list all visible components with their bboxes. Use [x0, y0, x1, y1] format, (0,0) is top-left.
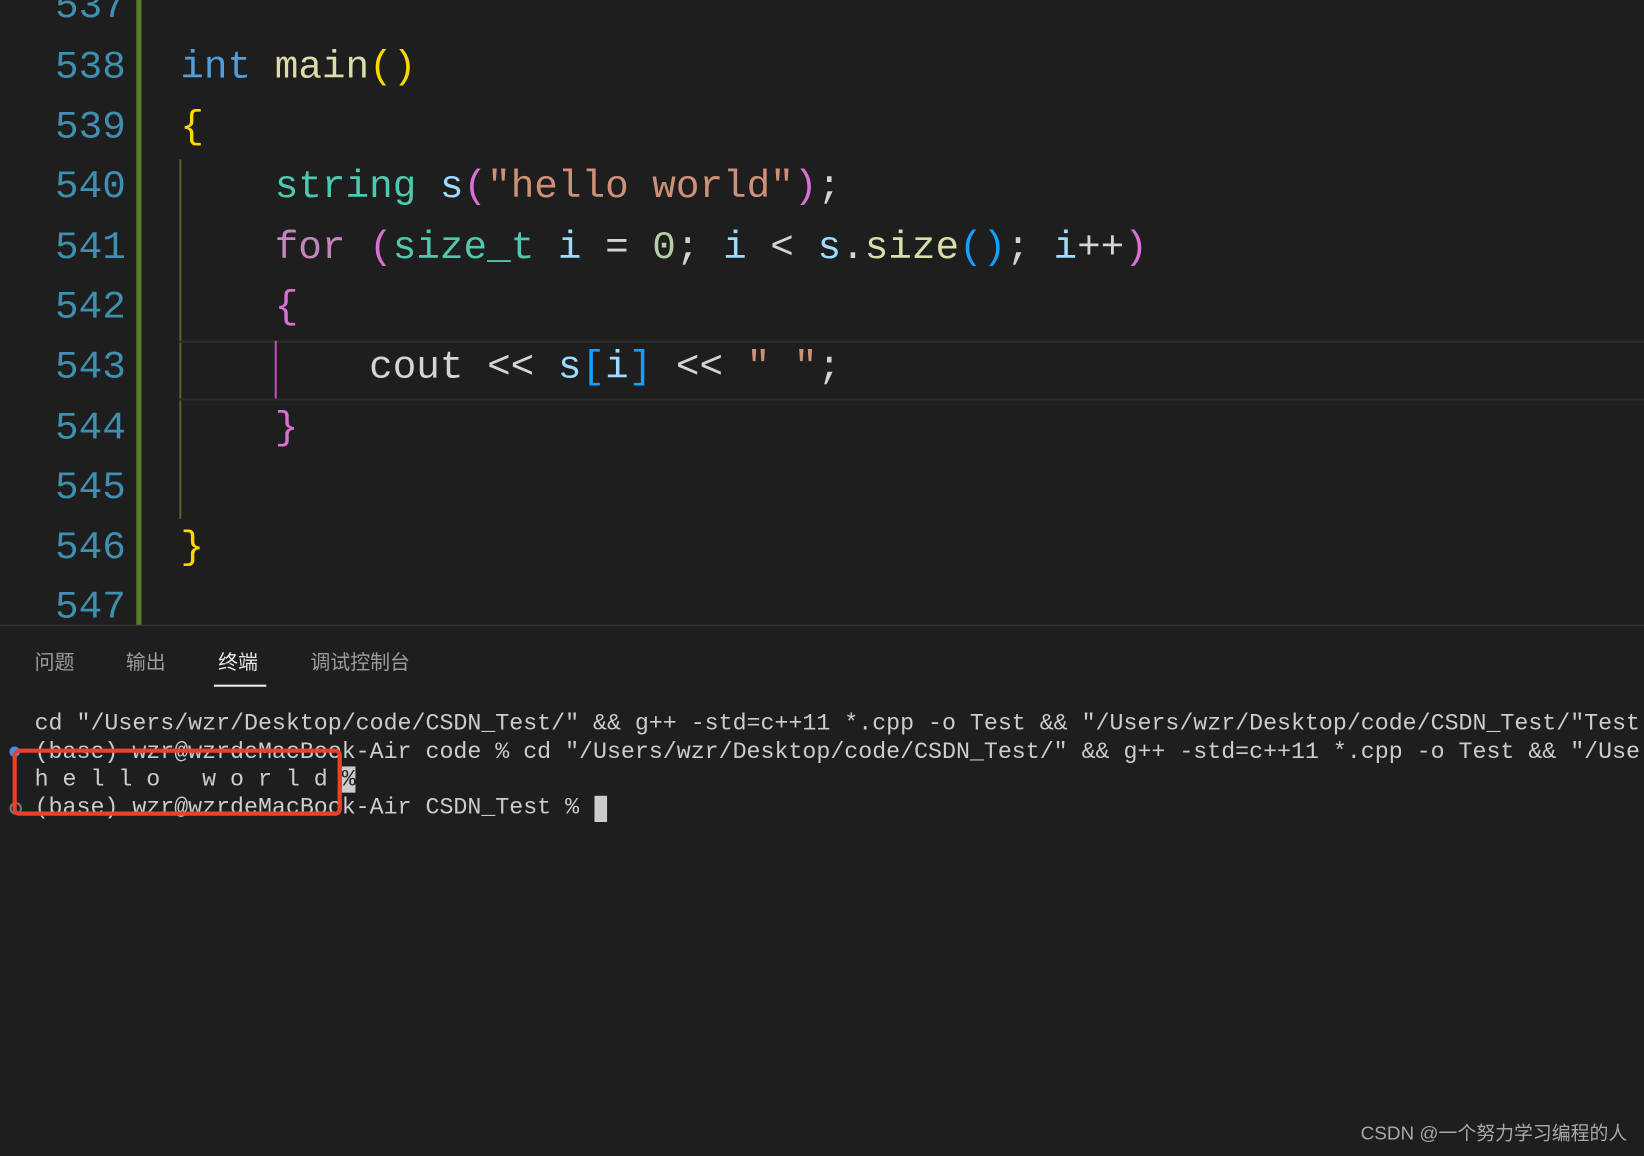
code-token: ; [817, 346, 842, 391]
code-token: << [463, 346, 558, 391]
code-line[interactable]: { [180, 279, 299, 339]
line-number: 544 [55, 406, 126, 451]
line-number: 540 [55, 165, 126, 211]
line-number: 547 [55, 586, 126, 625]
line-number: 537 [55, 0, 126, 30]
line-number: 541 [55, 226, 126, 271]
git-modified-bar [136, 0, 142, 625]
code-token: ( [369, 226, 393, 271]
code-token: = [581, 226, 653, 271]
watermark: CSDN @一个努力学习编程的人 [1360, 1122, 1628, 1144]
code-token: ) [793, 165, 818, 211]
code-token: main [274, 45, 370, 90]
code-token: [ [581, 346, 606, 391]
tab-output[interactable]: 输出 [126, 647, 166, 675]
line-number: 546 [55, 526, 126, 571]
code-line[interactable]: string s("hello world"); [180, 159, 841, 219]
code-token: < [746, 226, 818, 271]
code-token: for [274, 226, 346, 271]
tab-debug-console[interactable]: 调试控制台 [310, 647, 410, 675]
code-editor[interactable]: 537 538 int main() 539{540 string s("hello … [0, 0, 1644, 625]
code-token: . [841, 226, 865, 271]
code-token: ) [1124, 226, 1148, 271]
terminal-line: cd "/Users/wzr/Desktop/code/CSDN_Test/" … [34, 710, 1641, 738]
terminal-cursor [594, 795, 608, 823]
code-token: s [557, 346, 582, 391]
code-line[interactable]: int main() [180, 38, 416, 98]
code-token: " " [746, 346, 818, 391]
code-token: ( [463, 165, 488, 211]
code-token: ++ [1077, 226, 1125, 271]
code-token: string [274, 165, 417, 211]
code-line[interactable]: } [180, 399, 299, 459]
highlight-annotation-box [12, 748, 342, 816]
code-token: () [959, 226, 1007, 271]
code-token: ; [817, 165, 842, 211]
tab-terminal[interactable]: 终端 [218, 647, 258, 675]
code-token: cout [369, 346, 464, 391]
tab-problems[interactable]: 问题 [35, 647, 75, 675]
code-token: ; [1006, 226, 1054, 271]
no-newline-marker: % [341, 766, 356, 793]
code-token: { [274, 286, 299, 331]
line-number: 543 [55, 346, 126, 391]
code-token: } [274, 406, 299, 451]
code-token: "hello world" [487, 165, 794, 211]
code-token: s [439, 165, 464, 211]
code-token: i [723, 226, 747, 271]
active-tab-indicator [213, 684, 267, 687]
line-number: 538 [55, 45, 126, 90]
code-line[interactable]: { [180, 99, 204, 159]
line-number: 545 [55, 466, 126, 511]
line-number: 542 [55, 286, 126, 331]
vscode-window: 537 538 int main() 539{540 string s("hello … [0, 0, 1644, 1156]
code-line[interactable]: for (size_t i = 0; i < s.size(); i++) [180, 219, 1148, 279]
code-token: size [864, 226, 960, 271]
code-token: s [817, 226, 842, 271]
code-line[interactable]: } [180, 519, 204, 579]
code-token: ] [628, 346, 653, 391]
bottom-panel: 问题 输出 终端 调试控制台 cd "/Users/wzr/Desktop/co… [0, 624, 1644, 1156]
code-token: i [557, 226, 582, 271]
code-token: i [605, 346, 629, 391]
code-token: () [369, 45, 417, 90]
code-token: { [180, 105, 204, 150]
code-token: ; [675, 226, 724, 271]
line-number: 539 [55, 105, 126, 150]
code-token: } [180, 526, 204, 571]
code-line[interactable]: cout << s[i] << " "; [180, 339, 841, 399]
code-token: i [1053, 226, 1078, 271]
code-token: size_t [392, 226, 535, 271]
code-token: 0 [652, 226, 676, 271]
code-token: int [180, 45, 252, 90]
code-token: << [652, 346, 747, 391]
